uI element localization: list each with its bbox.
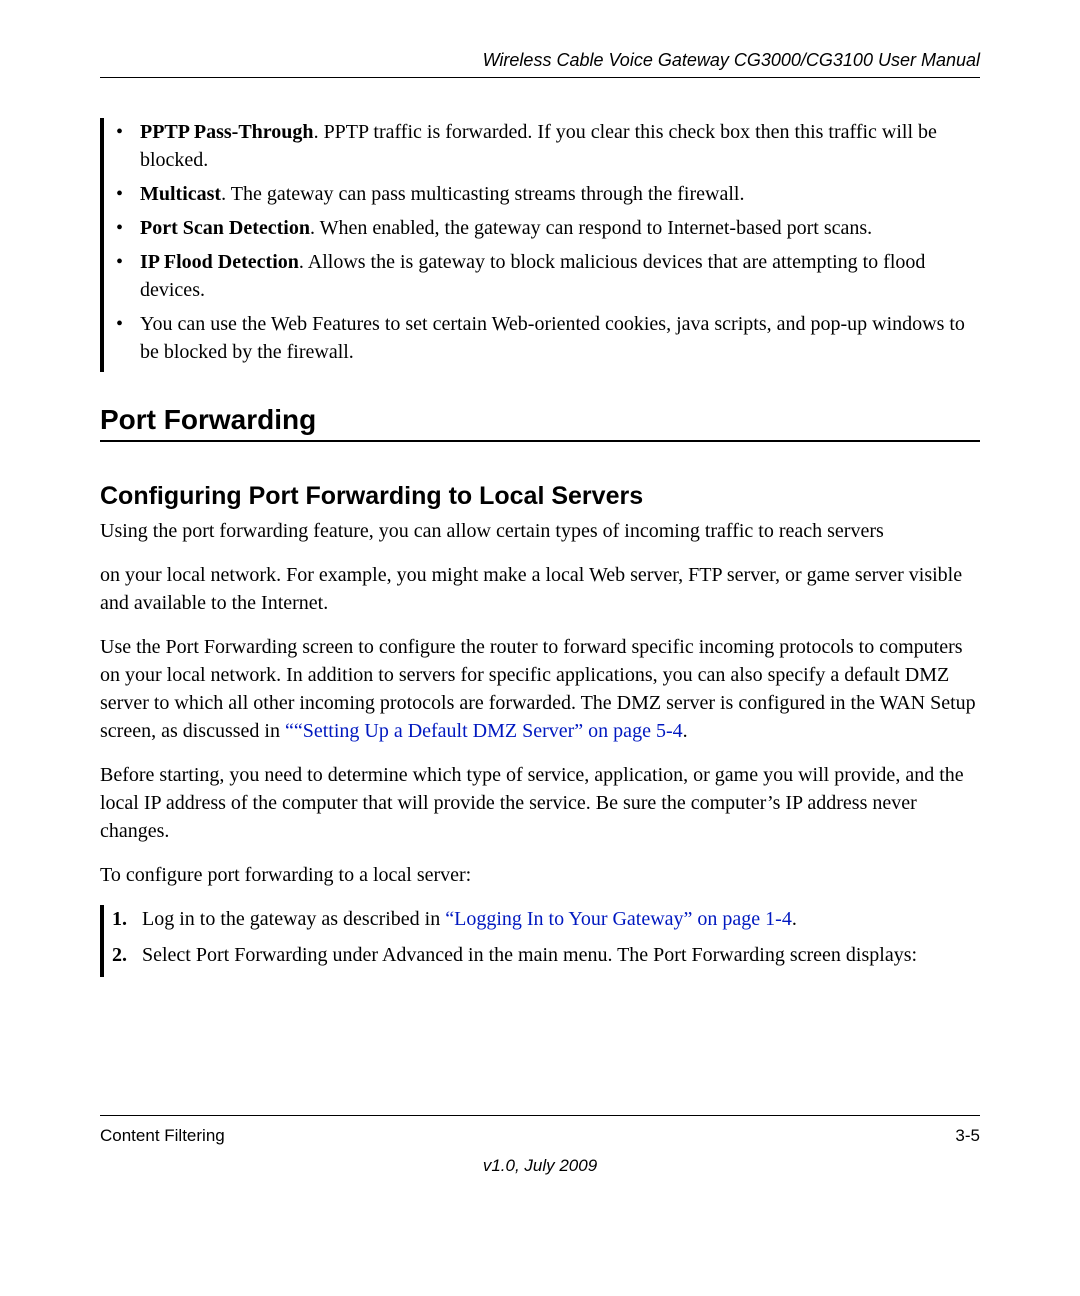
bullet-text: . The gateway can pass multicasting stre… xyxy=(221,183,744,205)
footer-row: Content Filtering 3-5 xyxy=(100,1126,980,1146)
revision-bar xyxy=(100,118,104,372)
footer-page-number: 3-5 xyxy=(955,1126,980,1146)
bullet-label: PPTP Pass-Through xyxy=(140,121,314,143)
step-text: Select Port Forwarding under Advanced in… xyxy=(142,944,917,966)
steps-block-revised: Log in to the gateway as described in “L… xyxy=(100,905,980,977)
para-before-starting: Before starting, you need to determine w… xyxy=(100,761,980,845)
footer-section-name: Content Filtering xyxy=(100,1126,225,1146)
revision-bar xyxy=(100,905,104,977)
footer-rule xyxy=(100,1115,980,1116)
footer-version: v1.0, July 2009 xyxy=(0,1156,1080,1176)
bullet-multicast: Multicast. The gateway can pass multicas… xyxy=(112,180,980,208)
bullet-port-scan: Port Scan Detection. When enabled, the g… xyxy=(112,214,980,242)
ordered-steps: Log in to the gateway as described in “L… xyxy=(112,905,980,977)
bullet-pptp: PPTP Pass-Through. PPTP traffic is forwa… xyxy=(112,118,980,174)
subsection-heading-configuring: Configuring Port Forwarding to Local Ser… xyxy=(100,482,980,511)
link-logging-in[interactable]: “Logging In to Your Gateway” on page 1-4 xyxy=(445,908,792,930)
document-page: Wireless Cable Voice Gateway CG3000/CG31… xyxy=(0,0,1080,1296)
bullet-label: Port Scan Detection xyxy=(140,217,310,239)
feature-bullet-list: PPTP Pass-Through. PPTP traffic is forwa… xyxy=(112,118,980,372)
bullet-ip-flood: IP Flood Detection. Allows the is gatewa… xyxy=(112,248,980,304)
step-1: Log in to the gateway as described in “L… xyxy=(112,905,980,933)
bullet-label: Multicast xyxy=(140,183,221,205)
bullet-block-revised: PPTP Pass-Through. PPTP traffic is forwa… xyxy=(100,118,980,372)
para-intro-2: on your local network. For example, you … xyxy=(100,561,980,617)
bullet-label: IP Flood Detection xyxy=(140,251,299,273)
section-heading-port-forwarding: Port Forwarding xyxy=(100,404,980,442)
bullet-web-features: You can use the Web Features to set cert… xyxy=(112,310,980,366)
para-to-configure: To configure port forwarding to a local … xyxy=(100,861,980,889)
running-header: Wireless Cable Voice Gateway CG3000/CG31… xyxy=(100,50,980,78)
step-text: Log in to the gateway as described in xyxy=(142,908,445,930)
doc-title: Wireless Cable Voice Gateway CG3000/CG31… xyxy=(483,50,980,70)
para-intro-1: Using the port forwarding feature, you c… xyxy=(100,517,980,545)
para-dmz: Use the Port Forwarding screen to config… xyxy=(100,633,980,745)
bullet-text: . When enabled, the gateway can respond … xyxy=(310,217,872,239)
para-text-end: . xyxy=(683,720,688,742)
step-text-end: . xyxy=(792,908,797,930)
link-dmz-server[interactable]: ““Setting Up a Default DMZ Server” on pa… xyxy=(285,720,683,742)
bullet-text: You can use the Web Features to set cert… xyxy=(140,313,965,363)
step-2: Select Port Forwarding under Advanced in… xyxy=(112,941,980,969)
